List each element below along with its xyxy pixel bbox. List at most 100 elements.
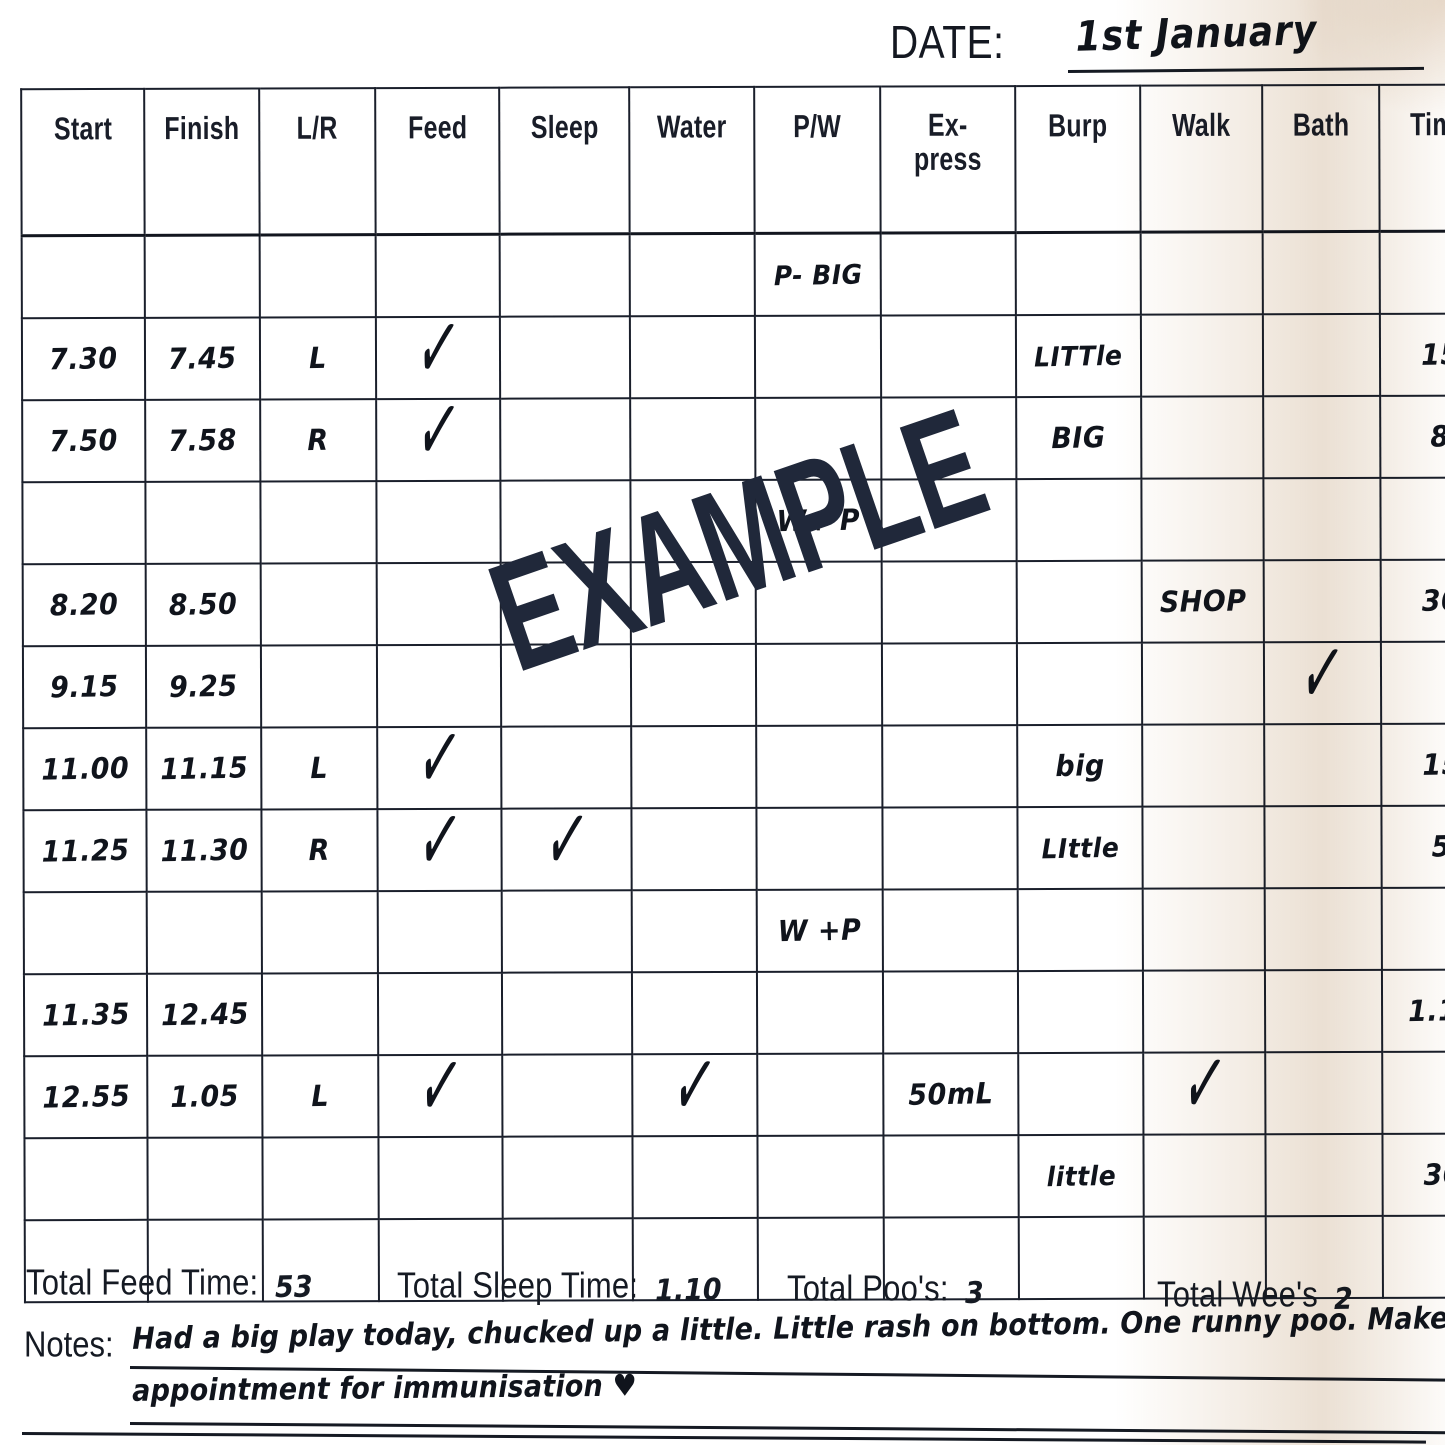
total-feed-time-value[interactable]: 53: [275, 1270, 313, 1305]
cell-sleep[interactable]: [501, 972, 633, 1055]
total-sleep-time-value[interactable]: 1.10: [654, 1273, 721, 1308]
cell-pw[interactable]: [756, 725, 883, 808]
cell-finish[interactable]: 11.30: [146, 809, 262, 892]
cell-time[interactable]: 30: [1382, 1133, 1445, 1216]
cell-burp[interactable]: LIttle: [1017, 806, 1143, 890]
cell-burp[interactable]: [1016, 478, 1142, 562]
cell-burp[interactable]: big: [1017, 724, 1143, 808]
cell-finish[interactable]: [145, 481, 261, 564]
cell-water[interactable]: [630, 561, 756, 645]
cell-lr[interactable]: [260, 481, 377, 564]
cell-bath[interactable]: [1264, 723, 1382, 807]
cell-sleep[interactable]: [499, 316, 631, 399]
cell-feed[interactable]: [376, 562, 501, 646]
cell-pw[interactable]: [756, 971, 884, 1054]
cell-burp[interactable]: [1017, 888, 1143, 972]
cell-sleep[interactable]: [500, 480, 631, 563]
cell-pw[interactable]: [755, 397, 882, 480]
cell-feed[interactable]: ✓: [376, 376, 501, 485]
cell-walk[interactable]: [1142, 806, 1265, 889]
cell-water[interactable]: [631, 807, 757, 891]
cell-express[interactable]: [881, 643, 1018, 726]
cell-lr[interactable]: [262, 1137, 379, 1220]
cell-bath[interactable]: [1265, 1133, 1383, 1217]
cell-finish[interactable]: 1.05: [147, 1055, 263, 1138]
cell-start[interactable]: [21, 235, 145, 319]
cell-pw[interactable]: [756, 807, 883, 890]
cell-walk[interactable]: [1141, 642, 1265, 725]
cell-bath[interactable]: ✓: [1263, 619, 1382, 729]
cell-water[interactable]: [630, 479, 756, 563]
cell-lr[interactable]: [261, 973, 379, 1056]
cell-feed[interactable]: [376, 480, 501, 564]
date-value[interactable]: 1st January: [1075, 7, 1318, 61]
cell-lr[interactable]: [261, 891, 378, 974]
cell-express[interactable]: [883, 1135, 1019, 1218]
cell-time[interactable]: 15: [1381, 723, 1445, 806]
cell-express[interactable]: [880, 315, 1017, 398]
cell-water[interactable]: [631, 725, 757, 809]
cell-water[interactable]: [629, 233, 755, 317]
cell-burp[interactable]: LITTle: [1015, 314, 1142, 398]
total-poos-value[interactable]: 3: [965, 1276, 984, 1310]
cell-start[interactable]: 11.00: [23, 727, 147, 811]
cell-bath[interactable]: [1264, 805, 1382, 889]
cell-bath[interactable]: [1265, 1051, 1383, 1135]
cell-express[interactable]: [881, 397, 1017, 480]
cell-burp[interactable]: BIG: [1016, 396, 1142, 480]
cell-sleep[interactable]: [499, 233, 630, 317]
cell-pw[interactable]: [757, 1053, 884, 1136]
cell-time[interactable]: [1380, 477, 1445, 560]
cell-walk[interactable]: [1141, 396, 1264, 479]
cell-time[interactable]: [1379, 231, 1445, 314]
cell-express[interactable]: [882, 807, 1018, 890]
cell-bath[interactable]: [1264, 969, 1383, 1053]
cell-sleep[interactable]: ✓: [501, 785, 632, 895]
cell-sleep[interactable]: [501, 890, 632, 973]
cell-sleep[interactable]: [500, 562, 631, 645]
cell-bath[interactable]: [1262, 231, 1380, 315]
cell-finish[interactable]: 8.50: [145, 563, 261, 646]
cell-bath[interactable]: [1263, 477, 1381, 561]
cell-finish[interactable]: 11.15: [146, 727, 262, 810]
cell-express[interactable]: [882, 889, 1018, 972]
cell-finish[interactable]: 7.58: [145, 399, 261, 482]
cell-pw[interactable]: W+ P: [755, 479, 882, 562]
cell-lr[interactable]: L: [261, 727, 378, 810]
cell-burp[interactable]: [1016, 560, 1142, 644]
cell-time[interactable]: [1380, 641, 1445, 724]
cell-walk[interactable]: SHOP: [1141, 560, 1264, 643]
cell-feed[interactable]: [377, 890, 502, 974]
cell-walk[interactable]: [1141, 478, 1264, 561]
cell-walk[interactable]: [1142, 888, 1265, 971]
cell-sleep[interactable]: [502, 1136, 633, 1219]
cell-express[interactable]: [882, 725, 1018, 808]
cell-start[interactable]: 7.50: [22, 399, 146, 483]
cell-bath[interactable]: [1264, 887, 1382, 971]
cell-pw[interactable]: P- BIG: [754, 233, 881, 316]
cell-pw[interactable]: W +P: [756, 889, 883, 972]
cell-finish[interactable]: 7.45: [144, 317, 261, 400]
cell-pw[interactable]: [755, 643, 883, 726]
cell-bath[interactable]: [1262, 313, 1381, 397]
cell-burp[interactable]: [1015, 232, 1141, 316]
cell-start[interactable]: [22, 481, 146, 565]
cell-time[interactable]: 8: [1380, 395, 1445, 478]
cell-finish[interactable]: 12.45: [146, 973, 263, 1056]
cell-time[interactable]: [1382, 1051, 1445, 1134]
cell-start[interactable]: [24, 1137, 148, 1221]
cell-burp[interactable]: little: [1018, 1134, 1144, 1218]
cell-burp[interactable]: [1017, 970, 1144, 1054]
cell-start[interactable]: 12.55: [24, 1055, 148, 1139]
cell-start[interactable]: [23, 891, 147, 975]
cell-water[interactable]: [629, 315, 756, 399]
cell-finish[interactable]: [146, 891, 262, 974]
cell-sleep[interactable]: [502, 1054, 633, 1137]
cell-water[interactable]: [631, 889, 757, 973]
cell-time[interactable]: [1381, 887, 1445, 970]
cell-start[interactable]: 11.35: [23, 973, 148, 1057]
cell-walk[interactable]: ✓: [1143, 1029, 1266, 1139]
cell-bath[interactable]: [1263, 395, 1381, 479]
cell-express[interactable]: [881, 561, 1017, 644]
cell-finish[interactable]: 9.25: [145, 645, 262, 728]
